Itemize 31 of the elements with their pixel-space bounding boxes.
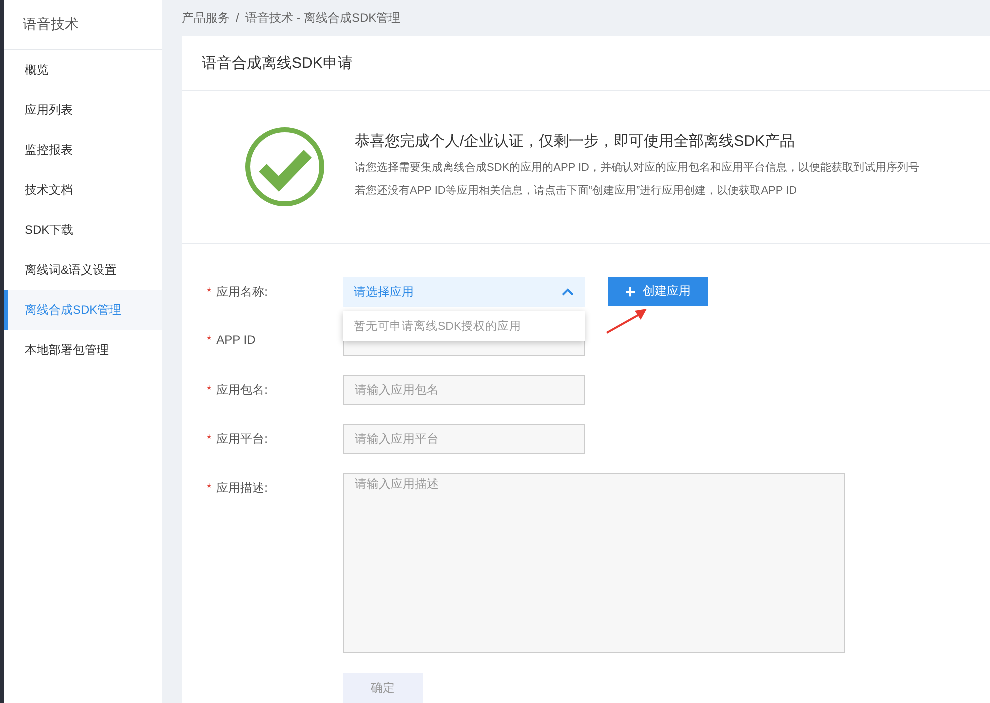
field-label: APP ID [216,333,256,347]
required-mark: * [207,432,212,446]
input-field[interactable]: 请输入应用包名 [343,375,585,405]
input-field[interactable]: 请输入应用平台 [343,424,585,454]
field-label: 应用平台: [216,432,268,446]
field-label: 应用描述: [216,481,268,495]
sidebar-item[interactable]: 应用列表 [4,90,162,130]
notice-text: 请您选择需要集成离线合成SDK的应用的APP ID，并确认对应的应用包名和应用平台信息，以便能获取到试用序列号 [355,160,920,176]
sidebar-item[interactable]: 技术文档 [4,170,162,210]
dropdown-menu: 暂无可申请离线SDK授权的应用 [343,311,585,341]
field-label: 应用名称: [216,285,268,299]
notice-text: 若您还没有APP ID等应用相关信息，请点击下面“创建应用”进行应用创建，以便获取APP ID [355,184,798,198]
sidebar-item[interactable]: 本地部署包管理 [4,330,162,370]
breadcrumb-item: 语音技术 - 离线合成SDK管理 [245,10,401,26]
sidebar-item[interactable]: 监控报表 [4,130,162,170]
sidebar-title: 语音技术 [4,0,162,50]
breadcrumb-item[interactable]: 产品服务 [182,10,230,26]
required-mark: * [207,285,212,299]
required-mark: * [207,333,212,347]
required-mark: * [207,383,212,397]
notice-heading: 恭喜您完成个人/企业认证，仅剩一步，即可使用全部离线SDK产品 [355,132,796,150]
sidebar-item[interactable]: 概览 [4,50,162,90]
textarea-field[interactable]: 请输入应用描述 [343,473,845,653]
breadcrumb-separator: / [236,11,240,25]
page-title: 语音合成离线SDK申请 [182,36,990,91]
required-mark: * [207,481,212,495]
sidebar-item[interactable]: 离线合成SDK管理 [4,290,162,330]
create-app-button[interactable]: + 创建应用 [608,277,708,306]
field-label: 应用包名: [216,383,268,397]
sidebar-item[interactable]: SDK下载 [4,210,162,250]
sidebar-item[interactable]: 离线词&语义设置 [4,250,162,290]
